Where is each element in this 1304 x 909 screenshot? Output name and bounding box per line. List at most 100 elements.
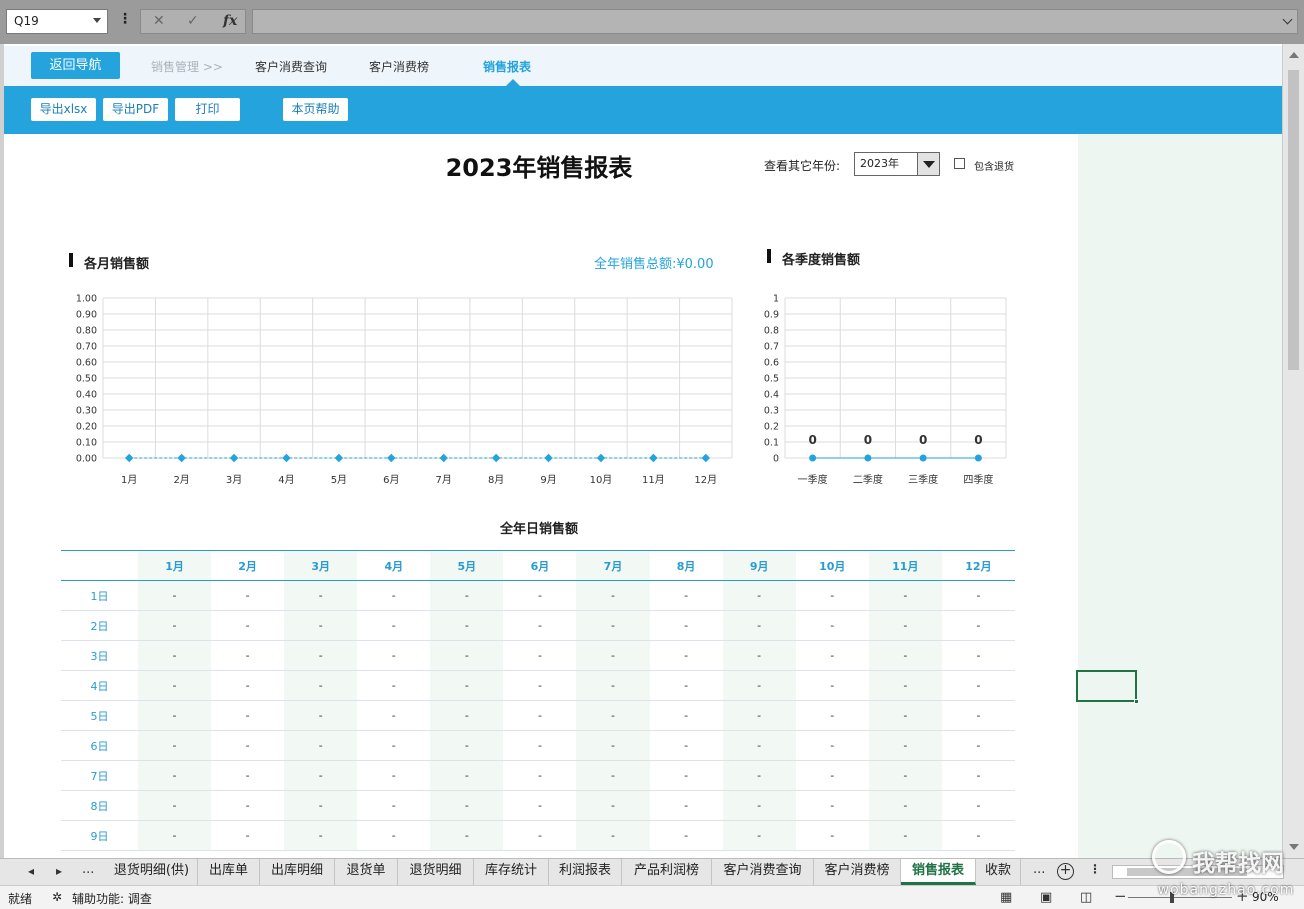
table-cell[interactable]: - <box>211 760 285 791</box>
table-cell[interactable]: - <box>576 700 650 731</box>
print-button[interactable]: 打印 <box>175 98 240 121</box>
table-cell[interactable]: - <box>284 820 358 851</box>
sheet-tab[interactable]: 收款 <box>976 859 1021 885</box>
nav-sales-report[interactable]: 销售报表 <box>483 58 531 75</box>
tab-options-icon[interactable]: ⋮ <box>1089 862 1101 876</box>
table-cell[interactable]: - <box>357 610 431 641</box>
table-cell[interactable]: - <box>649 790 723 821</box>
table-cell[interactable]: - <box>138 730 212 761</box>
table-cell[interactable]: - <box>211 640 285 671</box>
year-dropdown-button[interactable] <box>917 153 939 175</box>
table-cell[interactable]: - <box>868 700 942 731</box>
name-box[interactable]: Q19 <box>6 9 108 34</box>
table-cell[interactable]: - <box>284 790 358 821</box>
table-cell[interactable]: - <box>649 760 723 791</box>
table-cell[interactable]: - <box>138 580 212 611</box>
table-cell[interactable]: - <box>138 820 212 851</box>
sheet-tab[interactable]: 退货明细(供) <box>106 859 198 885</box>
table-cell[interactable]: - <box>357 700 431 731</box>
page-break-icon[interactable]: ◫ <box>1080 890 1092 905</box>
table-cell[interactable]: - <box>868 580 942 611</box>
table-cell[interactable]: - <box>284 670 358 701</box>
table-cell[interactable]: - <box>941 670 1015 701</box>
table-cell[interactable]: - <box>576 580 650 611</box>
table-cell[interactable]: - <box>576 820 650 851</box>
table-cell[interactable]: - <box>138 790 212 821</box>
table-cell[interactable]: - <box>284 610 358 641</box>
insert-function-icon[interactable]: fx <box>223 13 237 29</box>
table-cell[interactable]: - <box>211 670 285 701</box>
table-cell[interactable]: - <box>649 730 723 761</box>
table-cell[interactable]: - <box>357 790 431 821</box>
table-cell[interactable]: - <box>503 700 577 731</box>
table-cell[interactable]: - <box>138 760 212 791</box>
table-cell[interactable]: - <box>649 700 723 731</box>
help-button[interactable]: 本页帮助 <box>283 98 348 121</box>
accessibility-icon[interactable]: ✲ <box>52 890 62 904</box>
table-cell[interactable]: - <box>795 790 869 821</box>
back-to-nav-button[interactable]: 返回导航 <box>31 52 120 79</box>
sheet-tab[interactable]: 出库明细 <box>260 859 335 885</box>
table-cell[interactable]: - <box>284 640 358 671</box>
table-cell[interactable]: - <box>211 610 285 641</box>
nav-customer-ranking[interactable]: 客户消费榜 <box>369 58 429 75</box>
scroll-up-icon[interactable] <box>1289 52 1299 58</box>
table-cell[interactable]: - <box>868 670 942 701</box>
sheet-tab[interactable]: 产品利润榜 <box>622 859 712 885</box>
sheet-tab[interactable]: 利润报表 <box>549 859 622 885</box>
vertical-scrollbar[interactable] <box>1282 44 1304 858</box>
sheet-tab[interactable]: 销售报表 <box>901 859 976 885</box>
table-cell[interactable]: - <box>722 670 796 701</box>
table-cell[interactable]: - <box>430 580 504 611</box>
accessibility-status[interactable]: 辅助功能: 调查 <box>72 890 152 907</box>
table-cell[interactable]: - <box>795 730 869 761</box>
table-cell[interactable]: - <box>941 760 1015 791</box>
table-cell[interactable]: - <box>868 730 942 761</box>
sheet-tab[interactable]: 退货明细 <box>398 859 474 885</box>
table-cell[interactable]: - <box>941 820 1015 851</box>
table-cell[interactable]: - <box>503 670 577 701</box>
name-box-dropdown-icon[interactable] <box>93 18 101 23</box>
table-cell[interactable]: - <box>795 640 869 671</box>
table-cell[interactable]: - <box>284 760 358 791</box>
table-cell[interactable]: - <box>868 760 942 791</box>
table-cell[interactable]: - <box>284 700 358 731</box>
table-cell[interactable]: - <box>649 640 723 671</box>
table-cell[interactable]: - <box>722 610 796 641</box>
table-cell[interactable]: - <box>795 760 869 791</box>
cancel-icon[interactable]: ✕ <box>153 13 165 29</box>
table-cell[interactable]: - <box>430 610 504 641</box>
table-cell[interactable]: - <box>430 790 504 821</box>
table-cell[interactable]: - <box>576 760 650 791</box>
table-cell[interactable]: - <box>430 760 504 791</box>
include-returns-checkbox[interactable] <box>954 158 965 169</box>
table-cell[interactable]: - <box>211 730 285 761</box>
sheet-tab[interactable]: 退货单 <box>335 859 398 885</box>
table-cell[interactable]: - <box>795 610 869 641</box>
table-cell[interactable]: - <box>722 580 796 611</box>
table-cell[interactable]: - <box>357 820 431 851</box>
table-cell[interactable]: - <box>868 790 942 821</box>
table-cell[interactable]: - <box>941 790 1015 821</box>
formula-input[interactable] <box>252 9 1298 34</box>
table-cell[interactable]: - <box>649 580 723 611</box>
table-cell[interactable]: - <box>138 700 212 731</box>
table-cell[interactable]: - <box>430 730 504 761</box>
table-cell[interactable]: - <box>649 610 723 641</box>
table-cell[interactable]: - <box>576 640 650 671</box>
table-cell[interactable]: - <box>211 790 285 821</box>
year-select[interactable]: 2023年 <box>854 152 940 176</box>
table-cell[interactable]: - <box>138 670 212 701</box>
export-pdf-button[interactable]: 导出PDF <box>103 98 168 121</box>
zoom-out-button[interactable]: − <box>1114 887 1127 905</box>
table-cell[interactable]: - <box>503 760 577 791</box>
next-sheet-icon[interactable]: ▸ <box>56 864 62 878</box>
table-cell[interactable]: - <box>576 730 650 761</box>
table-cell[interactable]: - <box>357 760 431 791</box>
table-cell[interactable]: - <box>941 730 1015 761</box>
scroll-thumb[interactable] <box>1288 70 1299 370</box>
table-cell[interactable]: - <box>795 670 869 701</box>
table-cell[interactable]: - <box>430 700 504 731</box>
table-cell[interactable]: - <box>722 730 796 761</box>
table-cell[interactable]: - <box>357 670 431 701</box>
